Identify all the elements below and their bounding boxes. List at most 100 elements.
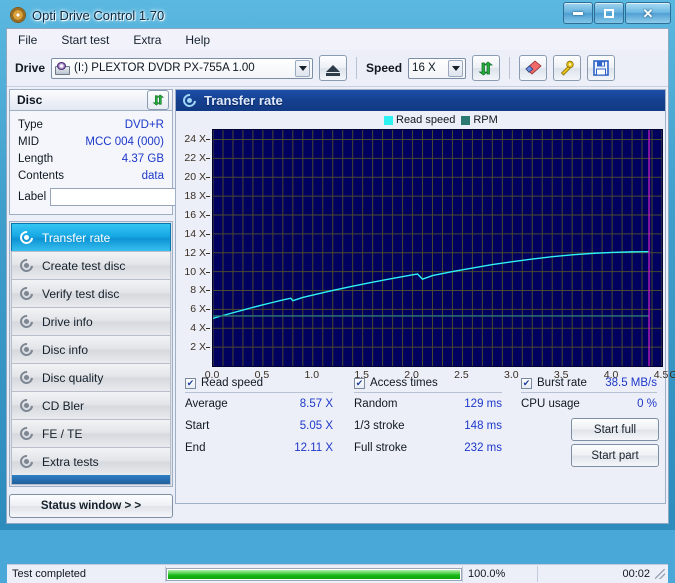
drive-icon (55, 61, 71, 75)
sidebar-item-disc-info[interactable]: Disc info (11, 335, 171, 363)
wrench-icon (560, 60, 574, 76)
progress-bar-fill (168, 569, 460, 579)
sidebar-item-label: Verify test disc (42, 286, 120, 301)
menu-item-start-test[interactable]: Start test (58, 32, 112, 48)
chart-y-tick (206, 177, 210, 179)
sidebar-item-label: Disc info (42, 342, 89, 357)
eject-button[interactable] (319, 55, 348, 81)
refresh-button[interactable] (472, 55, 501, 81)
disc-contents-value: data (141, 169, 164, 182)
speed-select-value: 16 X (412, 62, 436, 74)
stat-row-random: Random 129 ms (354, 393, 502, 415)
access-times-header-label: Access times (370, 377, 438, 389)
erase-button[interactable] (519, 55, 548, 81)
chart-y-tick (206, 252, 210, 254)
sidebar-item-label: Extra tests (42, 454, 99, 469)
random-value: 129 ms (464, 398, 502, 410)
stat-row-third-stroke: 1/3 stroke 148 ms (354, 415, 502, 437)
start-full-button[interactable]: Start full (571, 418, 659, 441)
start-key: Start (185, 420, 210, 432)
resize-grip-icon[interactable] (655, 569, 665, 579)
disc-label-key: Label (18, 191, 47, 203)
disc-mid-key: MID (18, 135, 40, 148)
burst-rate-checkbox[interactable] (521, 377, 532, 389)
disc-panel-header: Disc (9, 89, 173, 111)
third-stroke-value: 148 ms (464, 420, 502, 432)
sidebar-item-transfer-rate[interactable]: Transfer rate (11, 223, 171, 251)
drive-select[interactable]: (I:) PLEXTOR DVDR PX-755A 1.00 (51, 57, 314, 79)
read-speed-checkbox[interactable] (185, 377, 196, 389)
progress-percent: 100.0% (468, 568, 506, 580)
disc-test-icon (20, 287, 35, 301)
panel-title: Transfer rate (204, 93, 283, 108)
speed-label: Speed (366, 61, 403, 75)
chevron-down-icon[interactable] (448, 59, 464, 77)
close-button[interactable]: ✕ (625, 2, 671, 24)
sidebar-item-verify-test-disc[interactable]: Verify test disc (11, 279, 171, 307)
disc-refresh-button[interactable] (147, 90, 169, 110)
transfer-rate-panel: Transfer rate Read speed RPM 2 X4 X6 X 8… (175, 89, 675, 504)
settings-button[interactable] (553, 55, 582, 81)
chart-y-tick (206, 196, 210, 198)
burst-rate-value: 38.5 MB/s (605, 377, 657, 389)
minimize-button[interactable] (563, 2, 593, 24)
end-key: End (185, 442, 206, 454)
disc-row-type: Type DVD+R (18, 116, 164, 133)
client-area: File Start test Extra Help Drive (I:) PL… (6, 28, 675, 583)
sidebar-item-extra-tests[interactable]: Extra tests (11, 447, 171, 475)
save-button[interactable] (587, 55, 616, 81)
chart-y-tick (206, 139, 210, 141)
disc-test-icon (20, 427, 35, 441)
chart-y-tick-label: 20 X (184, 171, 206, 184)
chart-y-tick (206, 290, 210, 292)
chart-y-tick (206, 271, 210, 273)
start-part-button[interactable]: Start part (571, 444, 659, 467)
cpu-usage-value: 0 % (637, 398, 657, 410)
access-times-checkbox[interactable] (354, 377, 365, 389)
sidebar-nav: Transfer rate Create test disc Verify te… (9, 221, 173, 487)
legend-swatch-rpm (461, 115, 471, 125)
disc-panel-title: Disc (17, 93, 43, 107)
disc-info-panel: Type DVD+R MID MCC 004 (000) Length 4.37… (9, 111, 254, 215)
toolbar: Drive (I:) PLEXTOR DVDR PX-755A 1.00 Spe… (7, 50, 668, 87)
sidebar-item-create-test-disc[interactable]: Create test disc (11, 251, 171, 279)
sidebar-item-fe-te[interactable]: FE / TE (11, 419, 171, 447)
chart-plot (212, 129, 663, 367)
disc-test-icon (20, 231, 35, 245)
chart-y-axis: 2 X 4 X 6 X 8 X 10 X 12 X 14 X 16 X 18 X 20 X 22 X… (176, 129, 210, 367)
refresh-icon (478, 61, 494, 75)
menu-bar: File Start test Extra Help (7, 29, 668, 50)
save-icon (593, 60, 609, 76)
chart-y-tick-label: 2 X (190, 341, 206, 354)
chevron-down-icon[interactable] (295, 59, 311, 77)
menu-item-file[interactable]: File (15, 32, 40, 48)
chart-y-tick-label: 24 X (184, 133, 206, 146)
sidebar-item-label: CD Bler (42, 398, 85, 413)
chart-area: Read speed RPM 2 X 4 X 6 X 8 X 10 X 12 X 14 X 1… (176, 111, 675, 394)
status-window-button[interactable]: Status window > > (9, 494, 173, 518)
menu-item-extra[interactable]: Extra (130, 32, 164, 48)
disc-row-mid: MID MCC 004 (000) (18, 133, 164, 150)
burst-rate-header: Burst rate 38.5 MB/s (521, 377, 657, 389)
status-bar: Test completed 100.0% 00:02 (7, 564, 668, 583)
sidebar-item-cd-bler[interactable]: CD Bler (11, 391, 171, 419)
end-value: 12.11 X (294, 442, 333, 454)
sidebar-item-drive-info[interactable]: Drive info (11, 307, 171, 335)
maximize-button[interactable] (594, 2, 624, 24)
minimize-icon (573, 11, 583, 15)
stat-row-start: Start 5.05 X (185, 415, 333, 437)
elapsed-time: 00:02 (622, 568, 650, 580)
speed-select[interactable]: 16 X (408, 57, 467, 79)
legend-item-rpm: RPM (461, 114, 498, 126)
sidebar-item-disc-quality[interactable]: Disc quality (11, 363, 171, 391)
disc-row-contents: Contents data (18, 167, 164, 184)
menu-item-help[interactable]: Help (182, 32, 213, 48)
disc-length-value: 4.37 GB (121, 152, 164, 165)
stats-area: Read speed Average 8.57 X Start 5.05 X (176, 373, 665, 503)
chart-y-tick (206, 309, 210, 311)
disc-mid-value: MCC 004 (000) (85, 135, 164, 148)
chart-y-tick (206, 214, 210, 216)
app-disc-icon (10, 7, 26, 23)
stat-row-cpu-usage: CPU usage 0 % (521, 393, 657, 415)
chart-y-tick-label: 4 X (190, 322, 206, 335)
